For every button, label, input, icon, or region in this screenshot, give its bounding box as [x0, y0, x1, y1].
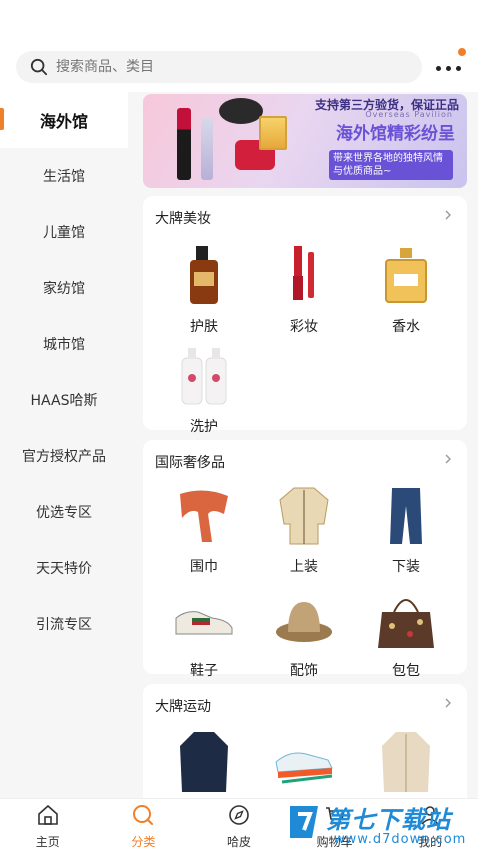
chevron-right-icon[interactable] [443, 454, 453, 464]
watermark: 第七下载站 www.d7down.com [286, 798, 478, 850]
section-title: 大牌美妆 [155, 211, 211, 227]
handbag-icon [378, 599, 434, 648]
chevron-right-icon[interactable] [443, 698, 453, 708]
category-skincare[interactable]: 护肤 [169, 244, 239, 336]
sidebar-item-label: 引流专区 [36, 617, 92, 633]
category-label: 包包 [392, 663, 420, 679]
category-sidebar: 海外馆 生活馆 儿童馆 家纺馆 城市馆 HAAS哈斯 官方授权产品 优选专区 天… [0, 92, 128, 798]
category-label: 上装 [290, 559, 318, 575]
section-title: 大牌运动 [155, 699, 211, 715]
jacket-icon [279, 487, 329, 545]
chevron-right-icon[interactable] [443, 210, 453, 220]
top-bar [0, 0, 478, 92]
category-tops[interactable]: 上装 [269, 484, 339, 576]
search-icon [30, 58, 48, 76]
perfume-bottle-icon [385, 248, 427, 303]
tab-happy[interactable]: 哈皮 [191, 799, 287, 850]
more-dot-icon [446, 66, 451, 71]
sports-item-shoes[interactable] [269, 728, 339, 796]
notification-badge [458, 48, 466, 56]
serum-image [201, 118, 213, 180]
category-makeup[interactable]: 彩妆 [269, 244, 339, 336]
more-dot-icon [436, 66, 441, 71]
category-label: 鞋子 [190, 663, 218, 679]
sports-item-fleece[interactable] [371, 728, 441, 796]
sidebar-item-label: 生活馆 [43, 169, 85, 185]
search-bar[interactable] [16, 51, 422, 83]
lip-gloss-icon [293, 246, 314, 300]
skincare-bottle-icon [190, 246, 218, 304]
section-title: 国际奢侈品 [155, 455, 225, 471]
sidebar-item-label: 儿童馆 [43, 225, 85, 241]
lipstick-image [177, 108, 191, 180]
category-bottoms[interactable]: 下装 [371, 484, 441, 576]
more-menu-button[interactable] [434, 48, 466, 78]
sidebar-item-label: HAAS哈斯 [30, 393, 98, 409]
section-luxury: 国际奢侈品 围巾 上装 下装 鞋子 配饰 包包 [143, 440, 467, 679]
cushion-compact-image [219, 98, 263, 124]
fleece-jacket-icon [382, 732, 430, 792]
running-shoe-icon [275, 752, 333, 784]
section-sports: 大牌运动 [143, 684, 467, 798]
category-content: 支持第三方验货，保证正品 Overseas Pavilion 海外馆精彩纷呈 带… [128, 92, 478, 798]
sports-item-jacket[interactable] [169, 728, 239, 796]
sidebar-item-label: 优选专区 [36, 505, 92, 521]
category-shoes[interactable]: 鞋子 [169, 588, 239, 680]
search-input[interactable] [56, 59, 396, 75]
banner-description: 带来世界各地的独特风情与优质商品~ [329, 150, 453, 180]
category-label: 护肤 [190, 319, 218, 335]
section-beauty: 大牌美妆 护肤 彩妆 香水 洗护 [143, 196, 467, 435]
watermark-url: www.d7down.com [334, 832, 467, 847]
category-scarf[interactable]: 围巾 [169, 484, 239, 576]
category-haircare[interactable]: 洗护 [169, 344, 239, 436]
home-icon [37, 804, 58, 825]
sidebar-item-daily-deals[interactable]: 天天特价 [0, 540, 128, 596]
sidebar-item-home-textile[interactable]: 家纺馆 [0, 260, 128, 316]
sidebar-item-kids[interactable]: 儿童馆 [0, 204, 128, 260]
scarf-icon [180, 490, 228, 542]
compass-icon [229, 805, 249, 825]
category-label: 下装 [392, 559, 420, 575]
tab-category[interactable]: 分类 [96, 799, 192, 850]
category-perfume[interactable]: 香水 [371, 244, 441, 336]
bucket-hat-icon [276, 602, 332, 642]
banner-title: 海外馆精彩纷呈 [336, 124, 455, 144]
banner-subtitle: Overseas Pavilion [365, 110, 453, 119]
perfume-image [259, 116, 287, 150]
shampoo-bottles-icon [181, 348, 227, 405]
sidebar-item-label: 家纺馆 [43, 281, 85, 297]
sidebar-item-selected[interactable]: 优选专区 [0, 484, 128, 540]
sidebar-item-label: 天天特价 [36, 561, 92, 577]
sidebar-item-label: 城市馆 [43, 337, 85, 353]
more-dot-icon [456, 66, 461, 71]
sidebar-item-life[interactable]: 生活馆 [0, 148, 128, 204]
sidebar-item-label: 官方授权产品 [22, 449, 106, 465]
promo-banner[interactable]: 支持第三方验货，保证正品 Overseas Pavilion 海外馆精彩纷呈 带… [143, 94, 467, 188]
category-label: 彩妆 [290, 319, 318, 335]
sidebar-item-city[interactable]: 城市馆 [0, 316, 128, 372]
sidebar-item-licensed[interactable]: 官方授权产品 [0, 428, 128, 484]
category-label: 配饰 [290, 663, 318, 679]
sidebar-item-haas[interactable]: HAAS哈斯 [0, 372, 128, 428]
sidebar-item-overseas[interactable]: 海外馆 [0, 92, 128, 148]
tab-label: 主页 [35, 835, 60, 849]
category-icon [133, 805, 154, 825]
category-bags[interactable]: 包包 [371, 588, 441, 680]
category-accessories[interactable]: 配饰 [269, 588, 339, 680]
jeans-icon [390, 488, 422, 544]
tab-label: 哈皮 [226, 835, 251, 849]
tab-home[interactable]: 主页 [0, 799, 96, 850]
category-label: 围巾 [190, 559, 218, 575]
category-label: 洗护 [190, 419, 218, 435]
watermark-title: 第七下载站 [326, 806, 451, 834]
sneaker-icon [175, 611, 233, 635]
watermark-logo-icon [290, 806, 318, 838]
sidebar-item-label: 海外馆 [39, 112, 88, 131]
sidebar-item-traffic[interactable]: 引流专区 [0, 596, 128, 652]
down-jacket-icon [180, 732, 228, 792]
category-label: 香水 [392, 319, 420, 335]
tab-label: 分类 [131, 835, 156, 849]
